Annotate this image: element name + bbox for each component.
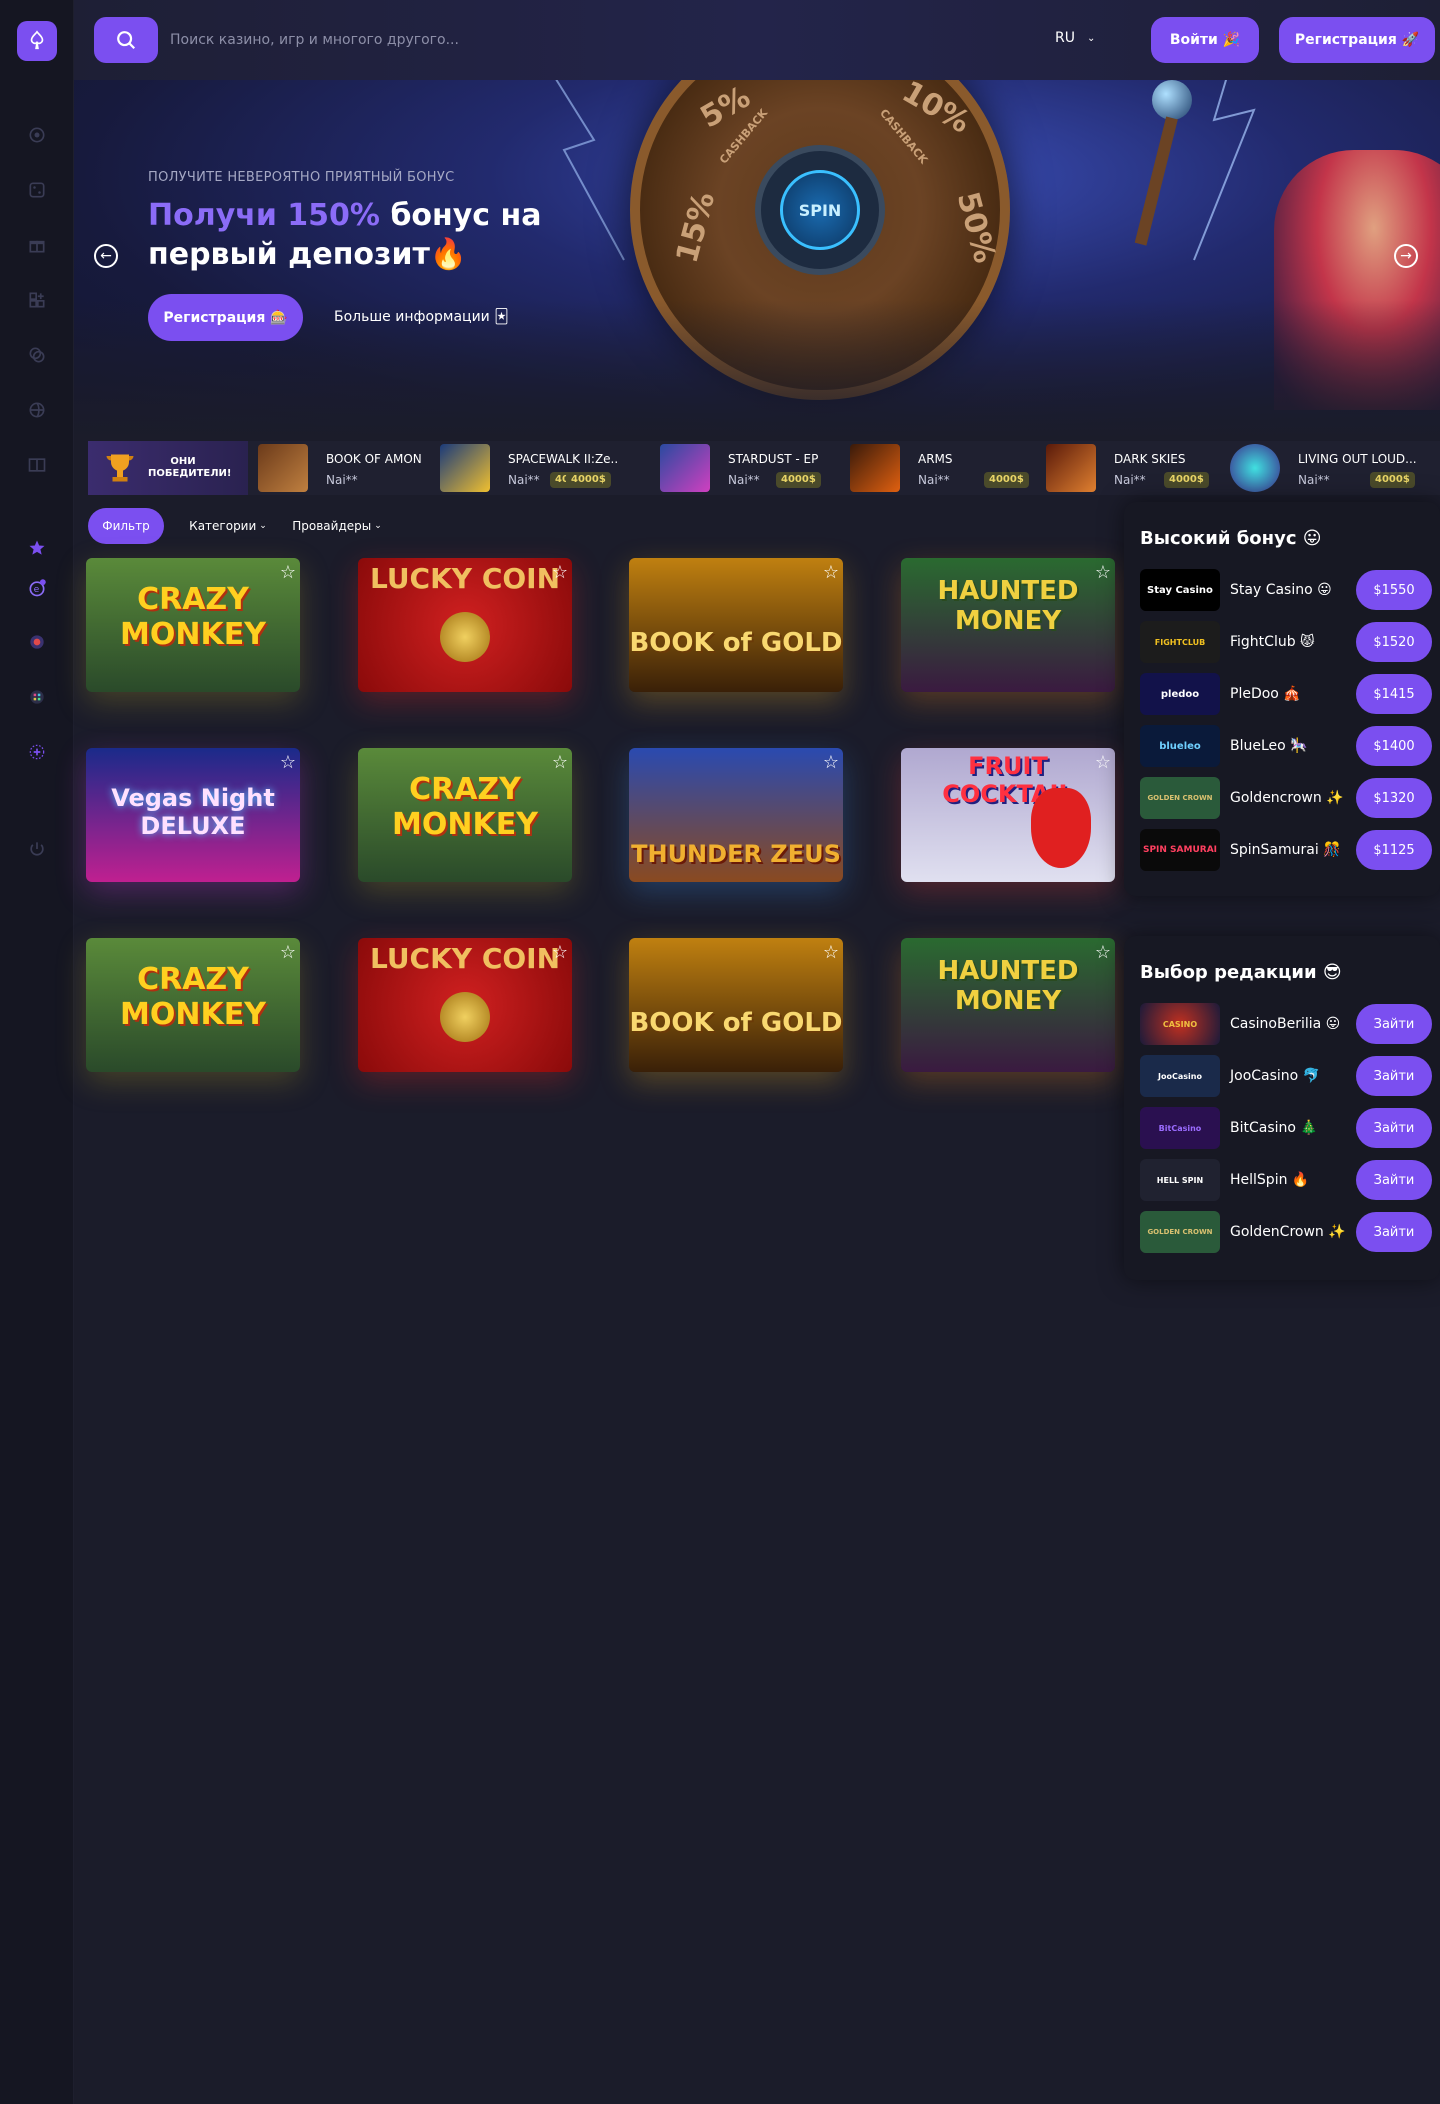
filter-button[interactable]: Фильтр <box>88 508 164 544</box>
sidebar: e <box>0 0 74 2104</box>
gift-icon[interactable] <box>26 234 48 256</box>
wheel-center: SPIN <box>755 145 885 275</box>
more-info-link[interactable]: Больше информации 🃏 <box>334 309 509 325</box>
add-circle-icon[interactable] <box>26 741 48 763</box>
enter-button[interactable]: Зайти <box>1356 1160 1432 1200</box>
casino-row[interactable]: GOLDEN CROWN Goldencrown ✨ $1320 <box>1140 777 1432 819</box>
favorite-icon[interactable]: ☆ <box>1095 752 1111 773</box>
game-card[interactable]: CRAZY MONKEY ☆ <box>358 748 572 882</box>
game-card[interactable]: HAUNTED MONEY ☆ <box>901 558 1115 692</box>
casino-row[interactable]: HELL SPIN HellSpin 🔥 Зайти <box>1140 1159 1432 1201</box>
bonus-amount-button[interactable]: $1320 <box>1356 778 1432 818</box>
svg-text:e: e <box>34 584 40 595</box>
favorite-icon[interactable]: ☆ <box>1095 942 1111 963</box>
game-card[interactable]: LUCKY COIN ☆ <box>358 558 572 692</box>
casino-row[interactable]: pledoo PleDoo 🎪 $1415 <box>1140 673 1432 715</box>
sports-ball-icon[interactable] <box>26 399 48 421</box>
trophy-icon <box>106 454 134 482</box>
search-input[interactable] <box>170 28 770 52</box>
game-card[interactable]: CRAZY MONKEY ☆ <box>86 558 300 692</box>
bonus-amount-button[interactable]: $1125 <box>1356 830 1432 870</box>
coin-decoration <box>440 612 490 662</box>
panel-title: Высокий бонус 😛 <box>1140 528 1322 549</box>
apps-add-icon[interactable] <box>26 289 48 311</box>
casino-row[interactable]: FIGHTCLUB FightClub 😾 $1520 <box>1140 621 1432 663</box>
casino-row[interactable]: SPIN SAMURAI SpinSamurai 🎊 $1125 <box>1140 829 1432 871</box>
game-card[interactable]: BOOK of GOLD ☆ <box>629 938 843 1072</box>
providers-dropdown[interactable]: Провайдеры ⌄ <box>292 508 382 544</box>
favorite-icon[interactable]: ☆ <box>1095 562 1111 583</box>
hero-register-button[interactable]: Регистрация 🎰 <box>148 294 303 341</box>
next-slide-button[interactable]: → <box>1394 244 1418 268</box>
favorite-icon[interactable]: ☆ <box>280 752 296 773</box>
game-card[interactable]: THUNDER ZEUS ☆ <box>629 748 843 882</box>
casino-row[interactable]: BitCasino BitCasino 🎄 Зайти <box>1140 1107 1432 1149</box>
winners-badge: ОНИ ПОБЕДИТЕЛИ! <box>88 441 248 495</box>
casino-row[interactable]: GOLDEN CROWN GoldenCrown ✨ Зайти <box>1140 1211 1432 1253</box>
logo-icon[interactable] <box>17 21 57 61</box>
favorite-icon[interactable]: ☆ <box>552 752 568 773</box>
coin-decoration <box>440 992 490 1042</box>
game-card[interactable]: Vegas Night DELUXE ☆ <box>86 748 300 882</box>
search-button[interactable] <box>94 17 158 63</box>
hero-title: Получи 150% бонус на первый депозит🔥 <box>148 198 542 272</box>
spin-button[interactable]: SPIN <box>780 170 860 250</box>
chevron-down-icon: ⌄ <box>259 521 267 531</box>
game-card[interactable]: BOOK of GOLD ☆ <box>629 558 843 692</box>
book-icon[interactable] <box>26 454 48 476</box>
power-icon[interactable] <box>26 838 48 860</box>
search-icon <box>117 31 136 50</box>
game-card[interactable]: HAUNTED MONEY ☆ <box>901 938 1115 1072</box>
casino-row[interactable]: JooCasino JooCasino 🐬 Зайти <box>1140 1055 1432 1097</box>
bonus-amount-button[interactable]: $1520 <box>1356 622 1432 662</box>
casino-row[interactable]: Stay Casino Stay Casino 😛 $1550 <box>1140 569 1432 611</box>
roulette-icon[interactable] <box>26 631 48 653</box>
favorite-icon[interactable]: ☆ <box>823 562 839 583</box>
enter-button[interactable]: Зайти <box>1356 1212 1432 1252</box>
favorite-icon[interactable]: ☆ <box>552 562 568 583</box>
enter-button[interactable]: Зайти <box>1356 1004 1432 1044</box>
game-card[interactable]: CRAZY MONKEY ☆ <box>86 938 300 1072</box>
lever-decoration <box>1134 80 1192 250</box>
chevron-down-icon: ⌄ <box>374 521 382 531</box>
panel-title: Выбор редакции 😎 <box>1140 962 1342 983</box>
prev-slide-button[interactable]: ← <box>94 244 118 268</box>
favorite-icon[interactable]: ☆ <box>552 942 568 963</box>
winners-strip: ОНИ ПОБЕДИТЕЛИ! BOOK OF AMONNai**4000$ S… <box>88 441 1440 495</box>
dice-icon[interactable] <box>26 179 48 201</box>
chevron-down-icon: ⌄ <box>1086 32 1096 44</box>
enter-button[interactable]: Зайти <box>1356 1056 1432 1096</box>
high-bonus-panel: Высокий бонус 😛 Stay Casino Stay Casino 😛… <box>1124 502 1440 896</box>
casino-row[interactable]: CASINO CasinoBerilia 😛 Зайти <box>1140 1003 1432 1045</box>
coins-icon[interactable] <box>26 344 48 366</box>
favorite-icon[interactable]: ☆ <box>823 752 839 773</box>
esports-icon[interactable]: e <box>26 577 48 599</box>
favorite-icon[interactable]: ☆ <box>280 942 296 963</box>
bonus-amount-button[interactable]: $1550 <box>1356 570 1432 610</box>
register-button[interactable]: Регистрация 🚀 <box>1279 17 1435 63</box>
casino-chip-icon[interactable] <box>26 124 48 146</box>
game-card[interactable]: LUCKY COIN ☆ <box>358 938 572 1072</box>
strawberry-decoration <box>1031 788 1091 868</box>
bonus-amount-button[interactable]: $1400 <box>1356 726 1432 766</box>
categories-dropdown[interactable]: Категории ⌄ <box>188 508 268 544</box>
top-bar: RU⌄ Войти 🎉 Регистрация 🚀 <box>74 0 1440 80</box>
game-card[interactable]: FRUIT COCKTAIL ☆ <box>901 748 1115 882</box>
bonus-amount-button[interactable]: $1415 <box>1356 674 1432 714</box>
favorite-icon[interactable]: ☆ <box>280 562 296 583</box>
editors-choice-panel: Выбор редакции 😎 CASINO CasinoBerilia 😛 За… <box>1124 936 1440 1280</box>
slack-like-icon[interactable] <box>26 686 48 708</box>
favorite-icon[interactable]: ☆ <box>823 942 839 963</box>
login-button[interactable]: Войти 🎉 <box>1151 17 1259 63</box>
enter-button[interactable]: Зайти <box>1356 1108 1432 1148</box>
hero-subtitle: ПОЛУЧИТЕ НЕВЕРОЯТНО ПРИЯТНЫЙ БОНУС <box>148 170 455 185</box>
star-icon[interactable] <box>26 537 48 559</box>
casino-row[interactable]: blueleo BlueLeo 🎠 $1400 <box>1140 725 1432 767</box>
language-select[interactable]: RU ⌄ <box>1055 30 1095 46</box>
